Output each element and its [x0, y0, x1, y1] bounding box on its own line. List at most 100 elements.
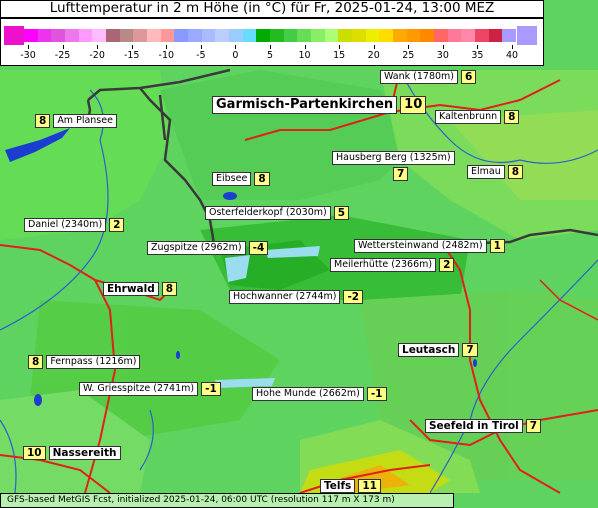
legend-color-segment [270, 29, 284, 42]
legend-tick-label: 30 [436, 50, 449, 61]
station-label[interactable]: 8 Am Plansee [35, 114, 117, 128]
station-label[interactable]: Telfs 11 [320, 479, 381, 493]
station-name: Elmau [467, 165, 505, 179]
station-name: Leutasch [398, 343, 460, 357]
station-name: Meilerhütte (2366m) [330, 258, 437, 272]
legend-color-segment [502, 29, 517, 42]
legend-tick [477, 45, 479, 49]
station-value: 7 [393, 167, 409, 181]
legend-color-segment [37, 29, 52, 42]
legend-color-segment [24, 29, 38, 42]
legend-tick [62, 45, 64, 49]
legend-color-segment [324, 29, 339, 42]
legend-tick [373, 45, 375, 49]
station-label[interactable]: Seefeld in Tirol 7 [425, 419, 542, 433]
station-label[interactable]: W. Griesspitze (2741m) -1 [79, 382, 221, 396]
station-value: -2 [343, 290, 364, 304]
legend-color-segment [311, 29, 325, 42]
legend-color-segment [51, 29, 66, 42]
legend-tick [28, 45, 29, 49]
legend-tick [97, 45, 99, 49]
station-label[interactable]: Garmisch-Partenkirchen 10 [212, 96, 427, 114]
station-name: Hochwanner (2744m) [229, 290, 341, 304]
legend-tick-label: -20 [89, 50, 105, 61]
legend-color-segment [420, 29, 435, 42]
legend-color-segment [447, 29, 462, 42]
legend-tick-label: 20 [367, 50, 380, 61]
station-name: Kaltenbrunn [435, 110, 502, 124]
station-value: 7 [462, 343, 478, 357]
station-value: -1 [201, 382, 221, 396]
legend-tick [304, 45, 306, 49]
station-name: Telfs [320, 479, 356, 493]
station-value: 8 [28, 355, 44, 369]
station-name: Ehrwald [103, 282, 159, 296]
station-name: Nassereith [48, 446, 121, 460]
station-value: 2 [109, 218, 125, 232]
station-label[interactable]: Daniel (2340m) 2 [24, 218, 125, 232]
legend-color-segment [365, 29, 380, 42]
legend-color-segment [406, 29, 421, 42]
legend-high-end [517, 26, 537, 45]
station-label[interactable]: Hausberg Berg (1325m) [332, 151, 455, 165]
legend-color-segment [65, 29, 79, 42]
legend-tick [235, 45, 237, 49]
station-name: Wank (1780m) [380, 70, 458, 84]
station-name: Wettersteinwand (2482m) [354, 239, 487, 253]
station-value: 7 [525, 419, 542, 433]
legend-color-segment [488, 29, 503, 42]
legend-tick-label: -10 [158, 50, 175, 61]
legend-color-segment [78, 29, 93, 42]
station-name: Hohe Munde (2662m) [252, 387, 364, 401]
station-name: Osterfelderkopf (2030m) [205, 206, 331, 220]
station-label[interactable]: Wettersteinwand (2482m) 1 [354, 239, 505, 253]
station-name: Garmisch-Partenkirchen [212, 96, 398, 114]
legend-tick [408, 45, 410, 49]
station-label[interactable]: Zugspitze (2962m) -4 [147, 241, 269, 255]
map-title: Lufttemperatur in 2 m Höhe (in °C) für F… [49, 0, 495, 16]
model-info: GFS-based MetGIS Fcst, initialized 2025-… [0, 493, 454, 508]
legend-color-segment [352, 29, 366, 42]
station-label[interactable]: Hohe Munde (2662m) -1 [252, 387, 387, 401]
station-label[interactable]: Eibsee 8 [212, 172, 270, 186]
legend-color-segment [283, 29, 298, 42]
legend-tick-label: 15 [333, 50, 346, 61]
legend-color-segment [147, 29, 161, 42]
legend-tick-label: 40 [505, 50, 519, 61]
station-label[interactable]: Meilerhütte (2366m) 2 [330, 258, 455, 272]
station-value: 5 [333, 206, 350, 220]
station-value-marker[interactable]: 7 [390, 167, 409, 181]
legend-color-bar [24, 29, 517, 42]
station-label[interactable]: Ehrwald 8 [103, 282, 178, 296]
station-name: Fernpass (1216m) [46, 355, 141, 369]
station-value: 8 [504, 110, 520, 124]
station-label[interactable]: 8 Fernpass (1216m) [28, 355, 141, 369]
station-label[interactable]: Elmau 8 [467, 165, 524, 179]
legend-color-segment [160, 29, 175, 42]
station-label[interactable]: Hochwanner (2744m) -2 [229, 290, 364, 304]
legend-tick [442, 45, 444, 49]
legend-tick-label: 0 [232, 50, 239, 61]
station-label[interactable]: Wank (1780m) 6 [380, 70, 477, 84]
color-legend: -30 -25 -20 -15 -10 -5 0 5 10 15 20 25 30 35 40 [0, 18, 544, 66]
station-name: Zugspitze (2962m) [147, 241, 246, 255]
station-value: 2 [439, 258, 455, 272]
station-label[interactable]: Kaltenbrunn 8 [435, 110, 520, 124]
station-value: 8 [254, 172, 270, 186]
station-value: 10 [23, 446, 46, 460]
legend-tick [270, 45, 271, 49]
legend-color-segment [174, 29, 189, 42]
legend-tick [131, 45, 133, 49]
legend-color-segment [338, 29, 353, 42]
station-name: Seefeld in Tirol [425, 419, 523, 433]
legend-color-segment [297, 29, 312, 42]
station-label[interactable]: 10 Nassereith [23, 446, 121, 460]
legend-color-segment [229, 29, 243, 42]
legend-color-segment [242, 29, 257, 42]
legend-color-segment [188, 29, 202, 42]
station-label[interactable]: Osterfelderkopf (2030m) 5 [205, 206, 350, 220]
station-label[interactable]: Leutasch 7 [398, 343, 478, 357]
legend-tick-label: -5 [196, 50, 206, 61]
station-value: 1 [489, 239, 505, 253]
legend-tick-label: 5 [266, 50, 274, 61]
